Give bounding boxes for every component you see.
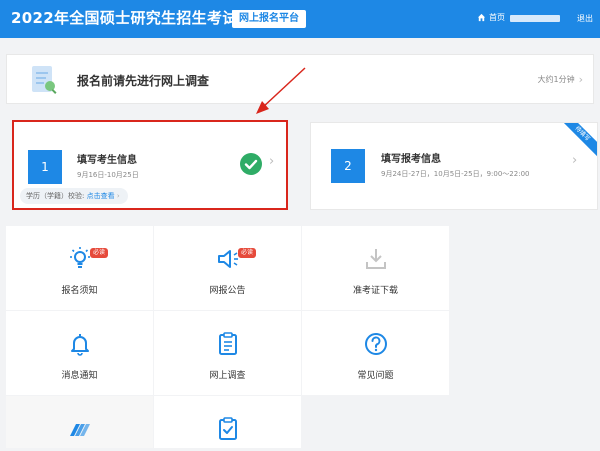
checklist-icon [219,417,237,440]
step-card-fill-candidate-info[interactable]: 1 填写考生信息 9月16日-10月25日 › 学历（学籍）校验: 点击查看 › [12,120,288,210]
clipboard-icon [219,332,237,355]
question-icon [365,333,387,355]
logout-link[interactable]: 退出 [577,13,593,24]
tile-admission-ticket-download[interactable]: 准考证下载 [302,226,449,310]
step-number: 1 [28,150,62,184]
survey-time-text: 大约1分钟 [537,75,575,84]
must-read-badge: 必读 [90,248,109,258]
chevron-right-icon: › [572,153,578,168]
must-read-badge: 必读 [238,248,257,258]
bell-icon [71,334,89,356]
tile-label: 准考证下载 [352,286,398,296]
chevron-right-icon: › [116,192,120,200]
home-label: 首页 [489,13,505,22]
survey-banner[interactable]: 报名前请先进行网上调查 大约1分钟 › [6,54,594,104]
survey-label: 报名前请先进行网上调查 [77,74,210,88]
step-title: 填写报考信息 [381,154,441,165]
chevron-right-icon: › [578,73,583,86]
tile-checklist[interactable] [154,396,301,448]
step-title: 填写考生信息 [77,155,137,166]
chevron-right-icon: › [269,154,275,169]
download-icon [366,249,386,269]
survey-document-icon [32,66,57,94]
education-verify-pill: 学历（学籍）校验: 点击查看 › [20,188,128,204]
survey-time: 大约1分钟 › [538,73,584,86]
service-grid: 必读 报名须知 必读 网报公告 准考证下载 消息通知 网上调查 常见问题 [6,226,450,451]
pending-ribbon: 待填写 [556,123,597,160]
tile-online-survey[interactable]: 网上调查 [154,311,301,395]
page-title: 2022年全国硕士研究生招生考试 [11,9,238,27]
tile-label: 网上调查 [209,371,246,381]
username-redacted [510,15,560,22]
tile-label: 报名须知 [61,286,98,296]
tile-announcement[interactable]: 必读 网报公告 [154,226,301,310]
home-link[interactable]: 首页 [477,12,505,23]
step-date: 9月16日-10月25日 [77,171,139,179]
verify-prefix: 学历（学籍）校验: [26,192,85,200]
tile-label: 网报公告 [209,286,246,296]
tickets-icon [70,424,90,436]
step-date: 9月24日-27日，10月5日-25日，9:00～22:00 [381,170,530,178]
platform-badge: 网上报名平台 [232,10,306,28]
step-card-fill-application-info[interactable]: 2 填写报考信息 9月24日-27日，10月5日-25日，9:00～22:00 … [310,122,598,210]
home-icon [477,13,486,22]
top-bar: 2022年全国硕士研究生招生考试 网上报名平台 首页 退出 [0,0,600,38]
check-circle-icon [240,153,262,175]
step-number: 2 [331,149,365,183]
tile-faq[interactable]: 常见问题 [302,311,449,395]
tile-registration-notice[interactable]: 必读 报名须知 [6,226,153,310]
tile-tickets[interactable] [6,396,153,448]
verify-link[interactable]: 点击查看 [87,192,115,200]
tile-notifications[interactable]: 消息通知 [6,311,153,395]
tile-label: 消息通知 [61,371,98,381]
tile-label: 常见问题 [357,371,394,381]
